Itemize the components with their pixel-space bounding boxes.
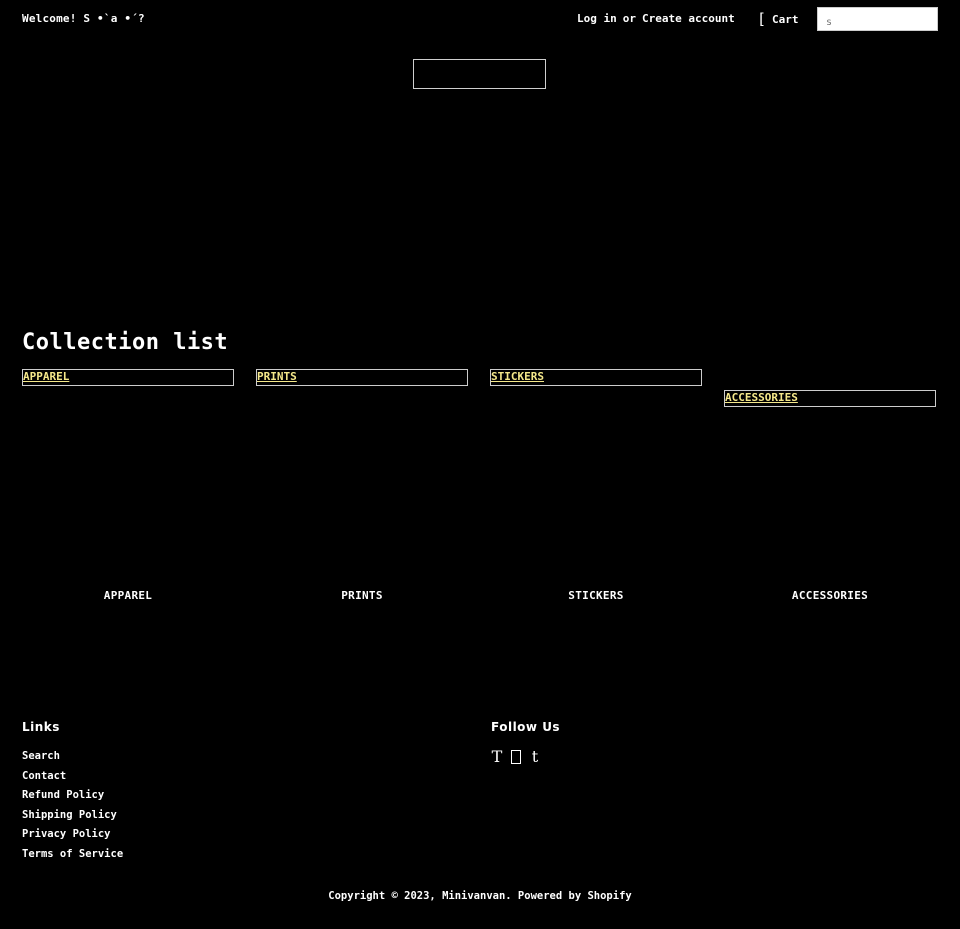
collection-image-accessories[interactable]: ACCESSORIES — [724, 390, 936, 407]
create-account-link[interactable]: Create account — [642, 12, 735, 25]
list-item: Terms of Service — [22, 848, 123, 868]
footer-links-heading: Links — [22, 720, 60, 734]
list-item: Privacy Policy — [22, 828, 123, 848]
tumblr-icon[interactable]: t — [529, 747, 541, 766]
collection-caption-prints[interactable]: PRINTS — [256, 589, 468, 602]
copyright: Copyright © 2023, Minivanvan. Powered by… — [328, 890, 632, 902]
collection-image-prints[interactable]: PRINTS — [256, 369, 468, 386]
list-item: Refund Policy — [22, 789, 123, 809]
footer-link-contact[interactable]: Contact — [22, 770, 66, 782]
collection-image-stickers[interactable]: STICKERS — [490, 369, 702, 386]
search-box — [817, 7, 938, 31]
account-links: Log in or Create account — [577, 12, 735, 25]
instagram-icon[interactable] — [511, 750, 521, 764]
footer-link-privacy-policy[interactable]: Privacy Policy — [22, 828, 111, 840]
search-input[interactable] — [818, 8, 937, 30]
footer-link-terms-of-service[interactable]: Terms of Service — [22, 848, 123, 860]
footer-link-shipping-policy[interactable]: Shipping Policy — [22, 809, 117, 821]
collection-caption-apparel[interactable]: APPAREL — [22, 589, 234, 602]
welcome-message: Welcome! S •`a •´? — [22, 12, 145, 25]
social-icons: T t — [491, 747, 541, 766]
list-item: Search — [22, 750, 123, 770]
collection-image-apparel[interactable]: APPAREL — [22, 369, 234, 386]
list-item: Shipping Policy — [22, 809, 123, 829]
footer-follow-heading: Follow Us — [491, 720, 561, 734]
list-item: Contact — [22, 770, 123, 790]
collection-caption-accessories[interactable]: ACCESSORIES — [724, 589, 936, 602]
collection-caption-stickers[interactable]: STICKERS — [490, 589, 702, 602]
site-logo[interactable] — [413, 59, 546, 89]
footer-link-refund-policy[interactable]: Refund Policy — [22, 789, 104, 801]
cart-link[interactable]: Cart — [772, 13, 799, 26]
cart-link-wrapper: [ Cart — [757, 10, 799, 28]
page-title: Collection list — [22, 330, 229, 355]
top-bar: Welcome! S •`a •´? Log in or Create accoun… — [0, 0, 960, 40]
twitter-icon[interactable]: T — [491, 747, 503, 766]
footer-links-list: Search Contact Refund Policy Shipping Po… — [22, 750, 123, 867]
login-link[interactable]: Log in — [577, 12, 617, 25]
or-separator: or — [622, 12, 636, 25]
cart-icon: [ — [757, 10, 767, 28]
footer-link-search[interactable]: Search — [22, 750, 60, 762]
